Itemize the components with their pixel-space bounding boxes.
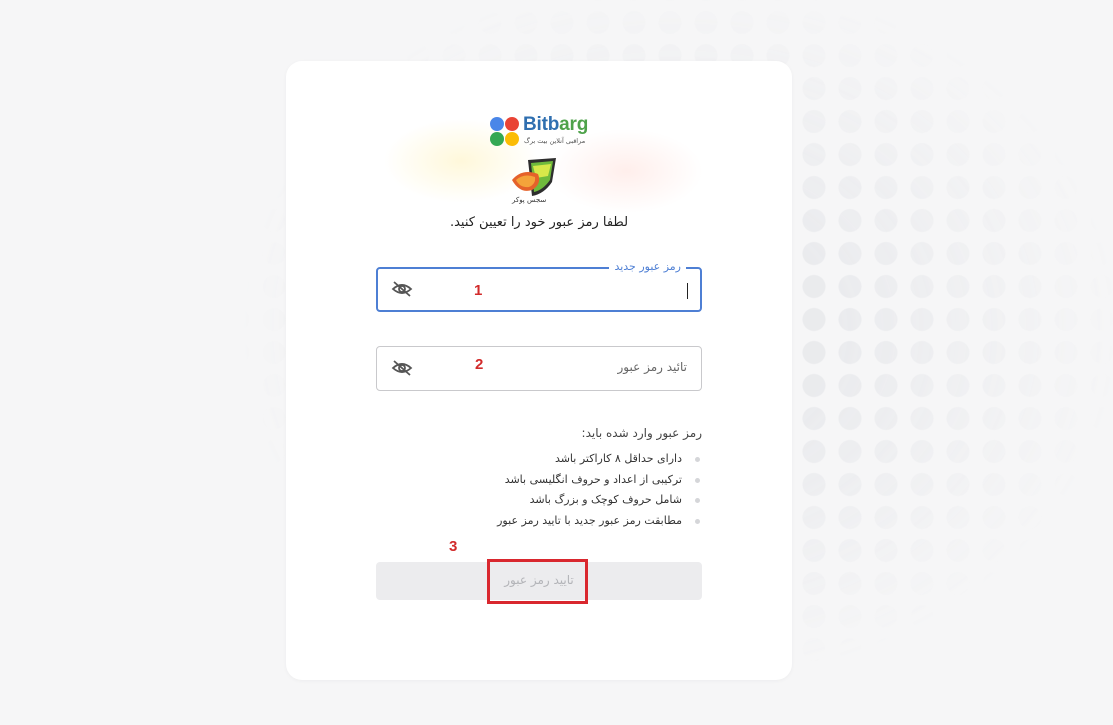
product-logo: سجس پوکر (508, 156, 560, 206)
brand-tagline: مراقبی آنلاین بیت برگ (524, 137, 586, 145)
password-card: Bitbarg مراقبی آنلاین بیت برگ سجس پوکر ل… (286, 61, 792, 680)
requirement-item: دارای حداقل ۸ کاراکتر باشد (376, 449, 702, 470)
requirement-item: شامل حروف کوچک و بزرگ باشد (376, 490, 702, 511)
new-password-label: رمز عبور جدید (609, 260, 686, 274)
requirement-item: ترکیبی از اعداد و حروف انگلیسی باشد (376, 470, 702, 491)
text-caret (687, 283, 688, 299)
confirm-password-field[interactable]: تائید رمز عبور (376, 346, 702, 391)
eye-slash-icon[interactable] (391, 359, 413, 377)
brand-logo: Bitbarg مراقبی آنلاین بیت برگ (490, 114, 590, 149)
product-logo-icon (512, 158, 556, 196)
requirements-list: دارای حداقل ۸ کاراکتر باشد ترکیبی از اعد… (376, 449, 702, 531)
requirements-title: رمز عبور وارد شده باید: (581, 426, 702, 440)
product-name: سجس پوکر (512, 196, 547, 204)
eye-slash-icon[interactable] (391, 280, 413, 298)
password-requirements: رمز عبور وارد شده باید: دارای حداقل ۸ کا… (376, 426, 702, 531)
annotation-marker-3: 3 (449, 538, 458, 555)
new-password-field[interactable]: رمز عبور جدید (376, 260, 702, 312)
annotation-marker-1: 1 (474, 282, 483, 299)
brand-name: Bitbarg (523, 114, 589, 135)
confirm-password-placeholder: تائید رمز عبور (617, 360, 687, 374)
annotation-highlight-box (487, 559, 588, 604)
brand-circles-icon (490, 117, 520, 147)
requirement-item: مطابقت رمز عبور جدید با تایید رمز عبور (376, 511, 702, 532)
instruction-text: لطفا رمز عبور خود را تعیین کنید. (449, 215, 629, 230)
annotation-marker-2: 2 (475, 356, 484, 373)
